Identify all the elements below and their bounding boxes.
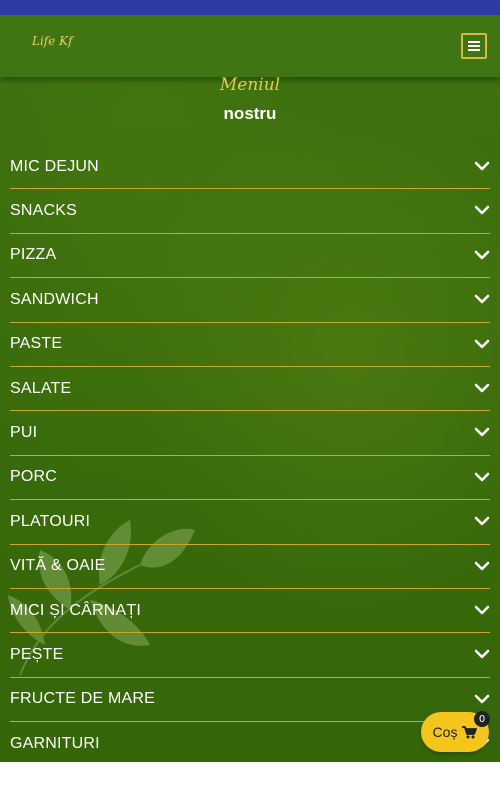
category-label: PEȘTE xyxy=(10,645,64,663)
chevron-down-icon xyxy=(474,161,490,171)
chevron-down-icon xyxy=(474,694,490,703)
category-item-mici-carnati[interactable]: MICI ȘI CÂRNAȚI xyxy=(10,589,490,634)
category-label: MIC DEJUN xyxy=(10,157,99,175)
cart-button[interactable]: Coș 0 xyxy=(421,711,490,752)
category-item-peste[interactable]: PEȘTE xyxy=(10,633,490,678)
category-item-vita-oaie[interactable]: VITĂ & OAIE xyxy=(10,545,490,589)
category-label: PLATOURI xyxy=(10,512,91,530)
category-label: FRUCTE DE MARE xyxy=(10,690,156,708)
cart-count-badge: 0 xyxy=(474,711,490,727)
category-item-snacks[interactable]: SNACKS xyxy=(10,189,490,234)
category-label: PORC xyxy=(10,468,58,486)
chevron-down-icon xyxy=(474,206,490,215)
category-item-platouri[interactable]: PLATOURI xyxy=(10,500,490,545)
category-item-porc[interactable]: PORC xyxy=(10,456,490,501)
category-label: PUI xyxy=(10,424,38,442)
category-label: SNACKS xyxy=(10,202,77,220)
logo[interactable]: Life Kf xyxy=(25,24,81,60)
category-label: MICI ȘI CÂRNAȚI xyxy=(10,601,142,619)
category-label: VITĂ & OAIE xyxy=(10,557,106,575)
chevron-down-icon xyxy=(474,428,490,437)
category-label: SANDWICH xyxy=(10,290,99,308)
category-item-paste[interactable]: PASTE xyxy=(10,323,490,367)
chevron-down-icon xyxy=(474,383,490,393)
category-item-pizza[interactable]: PIZZA xyxy=(10,234,490,279)
cart-label: Coș xyxy=(432,724,458,740)
category-label: SALATE xyxy=(10,379,72,397)
category-label: PASTE xyxy=(10,335,63,353)
status-bar xyxy=(0,0,500,15)
category-item-fructe-de-mare[interactable]: FRUCTE DE MARE xyxy=(10,678,490,723)
category-list: MIC DEJUN SNACKS PIZZA SANDWICH PASTE SA… xyxy=(10,145,490,762)
cart-icon xyxy=(462,725,478,738)
category-label: PIZZA xyxy=(10,246,57,264)
category-item-garnituri[interactable]: GARNITURI xyxy=(10,722,490,762)
chevron-down-icon xyxy=(474,605,490,615)
chevron-down-icon xyxy=(474,561,490,570)
hamburger-icon xyxy=(468,41,480,51)
top-header: Life Kf xyxy=(0,15,500,77)
menu-toggle-button[interactable] xyxy=(461,33,487,59)
category-item-sandwich[interactable]: SANDWICH xyxy=(10,278,490,323)
section-title-script: Meniul xyxy=(219,75,281,95)
footer-strip xyxy=(0,762,500,800)
category-item-salate[interactable]: SALATE xyxy=(10,367,490,412)
category-item-pui[interactable]: PUI xyxy=(10,411,490,456)
chevron-down-icon xyxy=(474,294,490,304)
category-item-mic-dejun[interactable]: MIC DEJUN xyxy=(10,145,490,190)
chevron-down-icon xyxy=(474,472,490,482)
logo-text: Life Kf xyxy=(32,34,73,48)
chevron-down-icon xyxy=(474,516,490,526)
category-label: GARNITURI xyxy=(10,735,100,753)
chevron-down-icon xyxy=(474,339,490,348)
menu-page: Life Kf Meniul nostru MIC DEJUN SNACKS P… xyxy=(0,15,500,762)
chevron-down-icon xyxy=(474,649,490,659)
chevron-down-icon xyxy=(474,250,490,260)
section-title: nostru xyxy=(223,104,277,123)
